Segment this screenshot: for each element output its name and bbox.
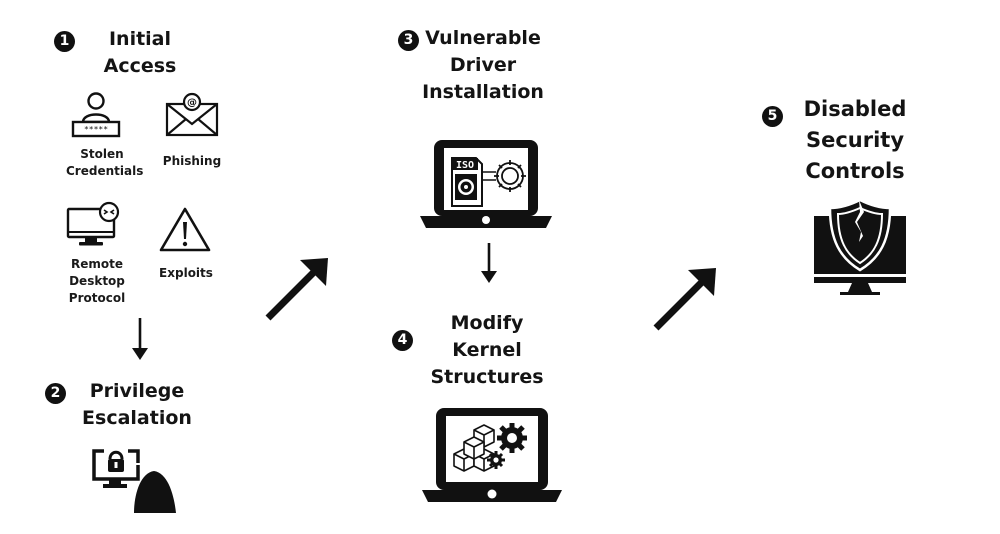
step-3-title-line: Driver <box>449 54 517 76</box>
method-label-remote-desktop-protocol: Remote Desktop Protocol <box>62 256 132 307</box>
step-4-title-line: Modify <box>450 312 524 334</box>
email-at-icon: @ <box>164 92 220 138</box>
unlocked-monitor-hacker-icon <box>90 447 182 519</box>
svg-text:@: @ <box>187 98 197 109</box>
label-line: Credentials <box>66 164 144 178</box>
arrow-down-icon <box>478 243 500 287</box>
user-password-icon: ***** <box>70 90 122 140</box>
step-2-badge: 2 <box>45 383 66 404</box>
arrow-up-right-icon <box>650 262 722 334</box>
step-2-title: Privilege Escalation <box>78 378 196 432</box>
step-1-title-line: Access <box>103 55 177 77</box>
label-line: Remote <box>70 257 123 271</box>
iso-label: ISO <box>456 160 474 171</box>
step-3-badge: 3 <box>398 30 419 51</box>
step-4-badge: 4 <box>392 330 413 351</box>
method-label-stolen-credentials: Stolen Credentials <box>66 146 144 180</box>
method-label-phishing: Phishing <box>156 153 228 170</box>
step-3-title-line: Vulnerable <box>425 27 541 49</box>
remote-desktop-icon <box>66 201 122 251</box>
label-line: Phishing <box>162 154 222 168</box>
label-line: Desktop <box>69 274 125 288</box>
step-2-title-line: Privilege <box>89 380 185 402</box>
step-3-title: Vulnerable Driver Installation <box>420 25 546 106</box>
step-1-badge: 1 <box>54 31 75 52</box>
step-5-title-line: Security <box>805 128 905 152</box>
laptop-iso-gear-icon: ISO <box>420 136 552 230</box>
step-1-title: Initial Access <box>95 26 185 80</box>
step-5-title: Disabled Security Controls <box>800 94 910 187</box>
step-5-title-line: Disabled <box>803 97 907 121</box>
label-line: Exploits <box>159 266 213 280</box>
method-label-exploits: Exploits <box>150 265 222 282</box>
monitor-cracked-shield-icon <box>810 196 910 300</box>
label-line: Stolen <box>80 147 124 161</box>
warning-triangle-icon <box>158 206 212 254</box>
step-3-title-line: Installation <box>422 81 544 103</box>
step-4-title-line: Structures <box>430 366 544 388</box>
arrow-down-icon <box>129 318 151 364</box>
arrow-up-right-icon <box>262 252 334 324</box>
laptop-cubes-gears-icon <box>422 406 562 504</box>
step-1-title-line: Initial <box>108 28 172 50</box>
step-4-title-line: Kernel <box>452 339 522 361</box>
password-mask: ***** <box>84 125 108 134</box>
step-4-title: Modify Kernel Structures <box>428 310 546 391</box>
step-5-title-line: Controls <box>805 159 905 183</box>
step-2-title-line: Escalation <box>82 407 192 429</box>
label-line: Protocol <box>68 291 126 305</box>
step-5-badge: 5 <box>762 106 783 127</box>
